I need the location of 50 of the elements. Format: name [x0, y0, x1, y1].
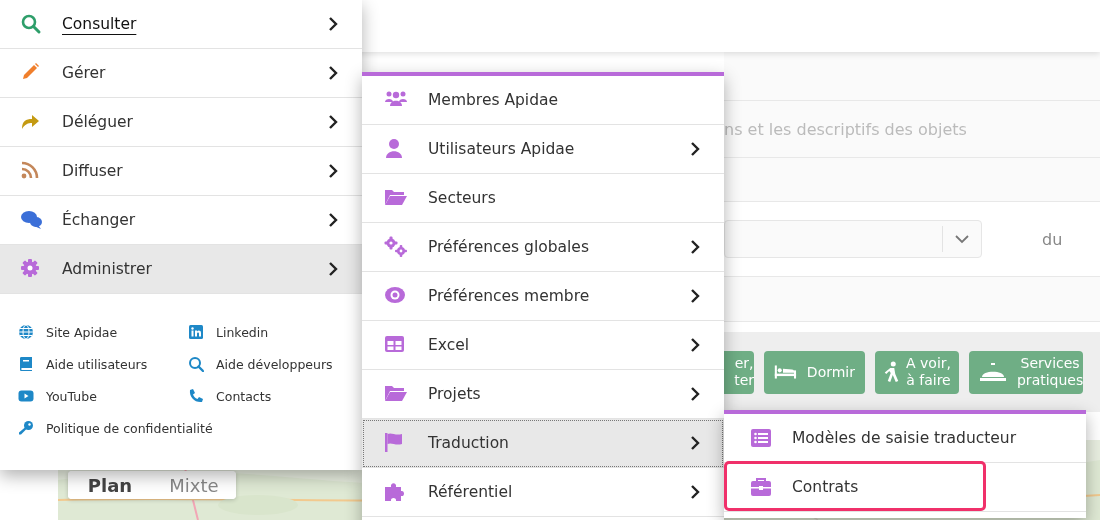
footer-link[interactable]: Politique de confidentialité: [18, 420, 344, 436]
menu-item[interactable]: Utilisateurs Apidae: [362, 125, 724, 174]
book-icon: [18, 356, 34, 372]
map-view-button[interactable]: Plan: [68, 471, 152, 499]
menu-item[interactable]: Contrats: [724, 463, 1086, 512]
menu-item[interactable]: Traduction: [362, 419, 724, 468]
menu-item[interactable]: Membres Apidae: [362, 76, 724, 125]
menu-item[interactable]: Référentiel: [362, 468, 724, 517]
menu-item[interactable]: Administrer: [0, 245, 362, 294]
chevron-down-icon: [955, 234, 969, 244]
list-icon: [750, 428, 772, 448]
menu-item[interactable]: Excel: [362, 321, 724, 370]
footer-link[interactable]: Contacts: [188, 388, 344, 404]
menu-item[interactable]: Diffuser: [0, 147, 362, 196]
globe-icon: [18, 324, 34, 340]
walking-person-icon: [883, 361, 900, 383]
date-label: du: [1042, 229, 1063, 249]
chat-icon: [20, 209, 42, 231]
link-label: Aide développeurs: [216, 356, 333, 372]
menu-item[interactable]: Gérer: [0, 49, 362, 98]
footer-link[interactable]: Linkedin: [188, 324, 344, 340]
footer-link[interactable]: Aide utilisateurs: [18, 356, 188, 372]
map-view-button[interactable]: Mixte: [152, 471, 236, 499]
phone-icon: [188, 388, 204, 404]
service-bell-icon: [979, 361, 1007, 383]
menu-item[interactable]: Modèles de saisie traducteur: [724, 414, 1086, 463]
link-label: Site Apidae: [46, 324, 118, 340]
select-field[interactable]: [724, 220, 982, 258]
link-label: Aide utilisateurs: [46, 356, 148, 372]
link-label: Contacts: [216, 388, 272, 404]
search-icon: [188, 356, 204, 372]
link-label: YouTube: [46, 388, 97, 404]
gears-icon: [384, 236, 408, 258]
footer-link[interactable]: YouTube: [18, 388, 188, 404]
footer-link[interactable]: Site Apidae: [18, 324, 188, 340]
menu-item[interactable]: Consulter: [0, 0, 362, 49]
key-icon: [18, 420, 34, 436]
search-icon: [20, 13, 42, 35]
link-label: Politique de confidentialité: [46, 420, 213, 436]
briefcase-icon: [750, 477, 772, 497]
linkedin-icon: [188, 324, 204, 340]
menu-item[interactable]: Secteurs: [362, 174, 724, 223]
video-play-icon: [18, 388, 34, 404]
menu-item[interactable]: Déléguer: [0, 98, 362, 147]
search-field[interactable]: ns et les descriptifs des objets: [724, 101, 1100, 158]
menu-item[interactable]: Préférences globales: [362, 223, 724, 272]
gear-icon: [20, 258, 42, 280]
menu-item[interactable]: Préférences membre: [362, 272, 724, 321]
link-label: Linkedin: [216, 324, 269, 340]
footer-link[interactable]: Aide développeurs: [188, 356, 344, 372]
